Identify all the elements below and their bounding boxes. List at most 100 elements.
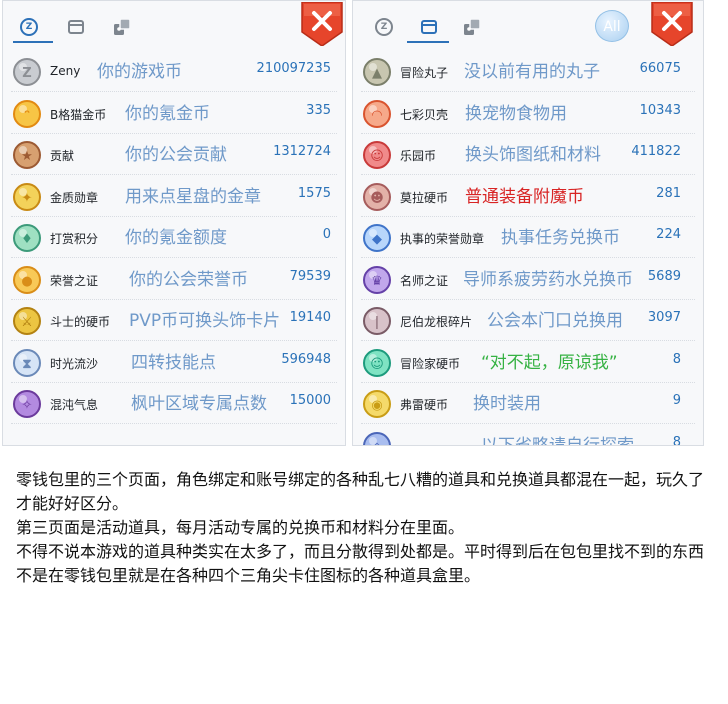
currency-value: 210097235	[256, 61, 331, 76]
annotation-note: 你的氪金额度	[125, 228, 227, 248]
currency-row[interactable]: ☺ 冒险家硬币 “对不起，原谅我” 8	[353, 342, 703, 383]
wallet-panel-characters: Z Z Zeny 你的游戏币 210097235 ᵔ B格猫金币 你的氪金币 335 ★ 贡献 你的…	[2, 0, 346, 446]
currency-row[interactable]: ♦ 打赏积分 你的氪金额度 0	[3, 217, 345, 258]
close-button[interactable]	[649, 1, 695, 47]
currency-name: 打赏积分	[50, 232, 99, 246]
tab-zeny[interactable]: Z	[371, 14, 397, 40]
window-tab-icon	[68, 20, 84, 34]
annotation-note: 你的公会荣誉币	[129, 269, 248, 290]
currency-value: 3097	[647, 310, 681, 325]
svg-text:★: ★	[21, 149, 33, 164]
currency-row[interactable]: ◉ 弗雷硬币 换时装用 9	[353, 383, 703, 424]
gold-badge-icon: ✦	[12, 182, 42, 212]
svg-text:♦: ♦	[21, 232, 33, 247]
currency-row[interactable]: ★ 贡献 你的公会贡献 1312724	[3, 134, 345, 175]
row-divider	[11, 423, 337, 424]
currency-name: 混沌气息	[50, 398, 99, 412]
currency-value: 411822	[631, 144, 681, 159]
caption-paragraph: 第三页面是活动道具，每月活动专属的兑换币和材料分在里面。	[16, 518, 465, 537]
tab-bar: Z	[3, 1, 345, 45]
annotation-note: 换头饰图纸和材料	[465, 145, 601, 165]
currency-value: 0	[322, 227, 331, 242]
svg-text:☺: ☺	[370, 357, 384, 372]
currency-row[interactable]: ◆ 执事的荣誉勋章 执事任务兑换币 224	[353, 217, 703, 258]
currency-value: 1575	[297, 185, 331, 201]
currency-value: 66075	[639, 61, 681, 76]
steward-badge-icon: ◆	[362, 223, 392, 253]
currency-row[interactable]: ☺ 乐园币 换头饰图纸和材料 411822	[353, 134, 703, 175]
currency-value: 15000	[289, 393, 331, 408]
annotation-note: 枫叶区域专属点数	[131, 394, 267, 414]
annotation-note: 你的游戏币	[97, 62, 182, 82]
zeny-coin-icon: Z	[12, 57, 42, 87]
currency-row[interactable]: ☻ 莫拉硬币 普通装备附魔币 281	[353, 176, 703, 217]
freya-coin-icon: ◉	[362, 389, 392, 419]
currency-name: 执事的荣誉勋章	[400, 232, 485, 246]
currency-row[interactable]: Z Zeny 你的游戏币 210097235	[3, 51, 345, 92]
svg-text:☺: ☺	[370, 149, 384, 164]
currency-row[interactable]: ⧗ 时光流沙 四转技能点 596948	[3, 342, 345, 383]
currency-value: 9	[672, 393, 681, 408]
mora-coin-icon: ☻	[362, 182, 392, 212]
currency-name: 名师之证	[400, 273, 449, 288]
currency-value: 8	[672, 351, 681, 367]
currency-value: 335	[306, 102, 331, 118]
active-tab-indicator	[407, 41, 449, 43]
annotation-note: “对不起，原谅我”	[481, 352, 618, 373]
currency-name: 贡献	[50, 149, 75, 163]
currency-name: 斗士的硬币	[50, 315, 111, 329]
currency-value: 281	[656, 185, 681, 201]
svg-text:◆: ◆	[372, 232, 382, 247]
currency-value: 8	[672, 434, 681, 446]
currency-name: 尼伯龙根碎片	[400, 315, 473, 329]
annotation-note: 以下省略请自行探索	[481, 435, 634, 446]
currency-name: Zeny	[50, 64, 81, 78]
wallet-panel-events: Z All ▲ 冒险丸子 没以前有用的丸子 66075 ◠ 七彩贝壳 换宠物食物用 10343…	[352, 0, 704, 446]
currency-row[interactable]: ▲ 冒险丸子 没以前有用的丸子 66075	[353, 51, 703, 92]
currency-name: 金质勋章	[50, 190, 99, 205]
tab-zeny[interactable]: Z	[16, 14, 42, 40]
svg-text:☻: ☻	[370, 191, 384, 206]
currency-name: 莫拉硬币	[400, 190, 449, 205]
tab-window[interactable]	[416, 14, 442, 40]
currency-value: 19140	[289, 310, 331, 325]
tab-items[interactable]	[109, 14, 135, 40]
zeny-tab-icon: Z	[375, 18, 393, 36]
currency-row[interactable]: ◠ 七彩贝壳 换宠物食物用 10343	[353, 93, 703, 134]
currency-row[interactable]: ● 荣誉之证 你的公会荣誉币 79539	[3, 259, 345, 300]
currency-row[interactable]: ᵔ B格猫金币 你的氪金币 335	[3, 93, 345, 134]
currency-value: 596948	[281, 351, 331, 367]
caption-paragraph: 零钱包里的三个页面，角色绑定和账号绑定的各种乱七八糟的道具和兑换道具都混在一起，…	[16, 470, 705, 513]
annotation-note: 导师系疲劳药水兑换币	[463, 269, 633, 290]
currency-row[interactable]: ♛ 名师之证 导师系疲劳药水兑换币 5689	[353, 259, 703, 300]
svg-text:◉: ◉	[371, 398, 382, 413]
annotation-note: 你的公会贡献	[125, 145, 227, 165]
mentor-proof-icon: ♛	[362, 265, 392, 295]
currency-name: 冒险家硬币	[400, 356, 461, 371]
svg-text:ᵔ: ᵔ	[24, 108, 30, 123]
nidhogg-fragment-icon: ❘	[362, 306, 392, 336]
currency-name: 荣誉之证	[50, 273, 99, 288]
currency-name: 时光流沙	[50, 356, 99, 371]
annotation-note: 换时装用	[473, 394, 541, 414]
close-icon	[301, 2, 343, 46]
currency-name: B格猫金币	[50, 107, 107, 122]
annotation-note: 普通装备附魔币	[465, 186, 584, 207]
currency-row[interactable]: ✦ 金质勋章 用来点星盘的金章 1575	[3, 176, 345, 217]
svg-text:●: ●	[21, 274, 32, 289]
currency-row[interactable]: ⚔ 斗士的硬币 PVP币可换头饰卡片 19140	[3, 300, 345, 341]
fighter-coin-icon: ⚔	[12, 306, 42, 336]
items-tab-icon	[114, 18, 131, 35]
svg-text:⚔: ⚔	[21, 315, 33, 330]
all-filter-button[interactable]: All	[595, 10, 629, 42]
currency-row[interactable]: ◈ 以下省略请自行探索 8	[353, 425, 703, 446]
tab-items[interactable]	[459, 14, 485, 40]
tab-window[interactable]	[63, 14, 89, 40]
currency-value: 224	[656, 227, 681, 242]
close-button[interactable]	[299, 1, 345, 47]
currency-row[interactable]: ✧ 混沌气息 枫叶区域专属点数 15000	[3, 383, 345, 424]
currency-name: 弗雷硬币	[400, 398, 449, 412]
svg-text:Z: Z	[22, 66, 31, 81]
hourglass-icon: ⧗	[12, 348, 42, 378]
currency-row[interactable]: ❘ 尼伯龙根碎片 公会本门口兑换用 3097	[353, 300, 703, 341]
